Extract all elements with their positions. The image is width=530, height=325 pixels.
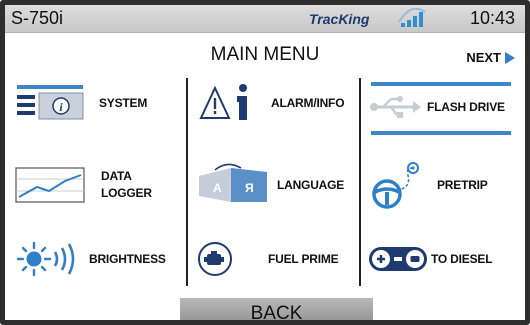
column-divider-right [359,78,361,286]
menu-item-fuel-prime[interactable]: FUEL PRIME [195,233,357,285]
system-info-icon: i [17,85,84,120]
clock: 10:43 [469,8,515,28]
arrow-right-icon [505,51,515,64]
svg-text:Я: Я [245,181,254,195]
fuel-prime-label: FUEL PRIME [268,251,339,266]
menu-item-system[interactable]: i SYSTEM [13,77,183,129]
next-label: NEXT [466,50,501,65]
status-bar: S-750i TracKing 10:43 [5,5,525,33]
column-divider-left [186,78,188,286]
to-diesel-label: TO DIESEL [431,251,493,266]
data-logger-chart-icon [15,167,85,203]
language-label: LANGUAGE [277,177,345,192]
menu-item-pretrip[interactable]: PRETRIP [367,157,525,213]
selection-indicator-bottom [371,131,511,135]
menu-item-data-logger[interactable]: DATA LOGGER [13,157,183,213]
data-logger-label-line2: LOGGER [101,186,152,200]
data-logger-label-line1: DATA [101,169,132,183]
brightness-label: BRIGHTNESS [89,251,166,266]
alarm-warning-icon [199,84,247,120]
steering-wheel-route-icon [372,162,419,209]
menu-item-language[interactable]: A Я LANGUAGE [195,157,357,213]
menu-item-to-diesel[interactable]: TO DIESEL [367,233,525,285]
device-model: S-750i [11,8,64,28]
back-button[interactable]: BACK [180,298,373,320]
menu-item-flash-drive[interactable]: FLASH DRIVE [367,83,525,131]
brand-logo: TracKing [309,11,370,27]
main-menu-screen: S-750i TracKing 10:43 MAIN MENU NEXT i S… [0,0,530,325]
svg-text:A: A [213,181,222,195]
signal-strength-icon [398,8,426,27]
flash-drive-label: FLASH DRIVE [427,99,505,114]
language-translate-icon: A Я [199,163,267,202]
usb-icon [370,96,421,118]
fuel-pump-icon [198,242,232,276]
menu-item-brightness[interactable]: BRIGHTNESS [13,233,183,285]
data-logger-label: DATA LOGGER [101,168,152,202]
system-label: SYSTEM [99,95,148,110]
pretrip-label: PRETRIP [437,177,488,192]
next-button[interactable]: NEXT [466,50,515,65]
alarm-info-label: ALARM/INFO [271,95,345,110]
fuel-switch-icon [369,247,427,271]
menu-item-alarm-info[interactable]: ALARM/INFO [195,77,357,129]
brightness-icon [16,241,75,277]
page-title: MAIN MENU [210,44,320,65]
